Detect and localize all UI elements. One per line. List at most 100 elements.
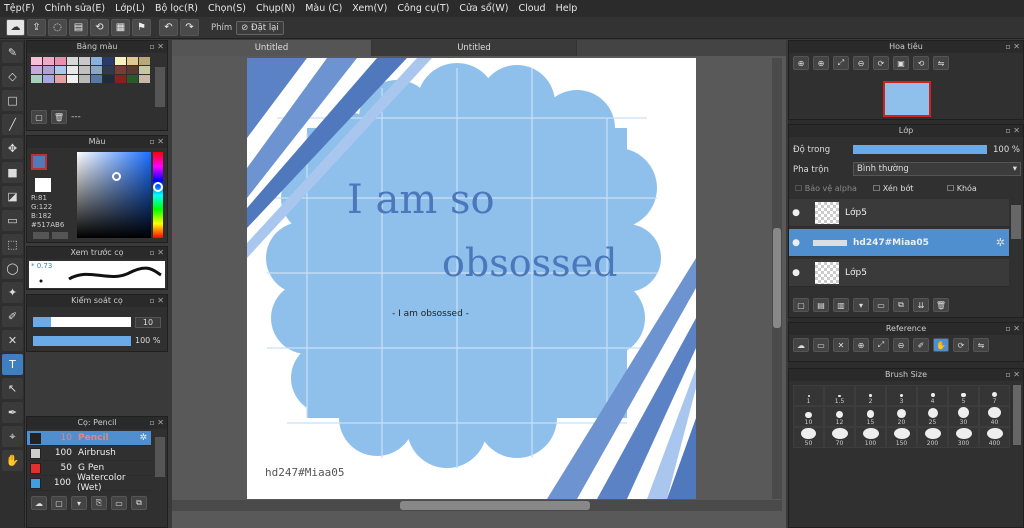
panel-close-icon[interactable]: ▫ ✕ — [1005, 125, 1020, 137]
delete-layer-icon[interactable]: 🗑 — [933, 298, 949, 312]
brush-size-cell[interactable]: 300 — [948, 427, 979, 448]
brush-list-scrollbar[interactable] — [155, 437, 165, 477]
palette-swatch[interactable] — [67, 66, 78, 74]
panel-close-icon[interactable]: ▫ ✕ — [149, 295, 164, 307]
palette-swatch[interactable] — [91, 75, 102, 83]
tab-untitled-2[interactable]: Untitled — [372, 40, 577, 56]
add-layer-menu-icon[interactable]: ▾ — [853, 298, 869, 312]
merge-layer-icon[interactable]: ⇊ — [913, 298, 929, 312]
palette-swatch[interactable] — [31, 75, 42, 83]
color-mode-button-2[interactable] — [52, 232, 68, 239]
clipping-checkbox[interactable]: ☐ Xén bớt — [873, 184, 913, 193]
palette-swatch[interactable] — [115, 75, 126, 83]
hand-tool-icon[interactable]: ✋ — [2, 450, 23, 471]
palette-scrollbar[interactable] — [155, 67, 165, 107]
brush-size-cell[interactable]: 25 — [917, 406, 948, 427]
brush-size-cell[interactable]: 2 — [855, 385, 886, 406]
brush-duplicate-icon[interactable]: ⧉ — [131, 496, 147, 510]
brush-size-cell[interactable]: 20 — [886, 406, 917, 427]
brush-size-cell[interactable]: 10 — [793, 406, 824, 427]
palette-swatch[interactable] — [43, 66, 54, 74]
ref-cloud-icon[interactable]: ☁ — [793, 338, 809, 352]
brush-size-cell[interactable]: 40 — [979, 406, 1010, 427]
layer-row[interactable]: ● Lớp5 — [789, 199, 1009, 227]
ref-close-icon[interactable]: ✕ — [833, 338, 849, 352]
palette-swatch[interactable] — [139, 57, 150, 65]
new-layer-1bit-icon[interactable]: ▥ — [833, 298, 849, 312]
brush-size-cell[interactable]: 70 — [824, 427, 855, 448]
panel-close-icon[interactable]: ▫ ✕ — [1005, 41, 1020, 53]
brush-size-cell[interactable]: 5 — [948, 385, 979, 406]
folder-icon[interactable]: ▭ — [873, 298, 889, 312]
flip-icon[interactable]: ⇋ — [933, 56, 949, 70]
layer-row[interactable]: ● Lớp5 — [789, 259, 1009, 287]
zoom-in-icon-2[interactable]: ⊕ — [813, 56, 829, 70]
panel-close-icon[interactable]: ▫ ✕ — [149, 136, 164, 148]
menu-item[interactable]: Chọn(S) — [208, 3, 246, 14]
delete-palette-icon[interactable]: 🗑 — [51, 110, 67, 124]
select-pen-tool-icon[interactable]: ✐ — [2, 306, 23, 327]
visibility-icon[interactable]: ● — [789, 208, 803, 218]
menu-item[interactable]: Cloud — [518, 3, 545, 14]
brush-add-icon[interactable]: ▾ — [71, 496, 87, 510]
new-palette-icon[interactable]: ▢ — [31, 110, 47, 124]
rectangle-tool-icon[interactable]: □ — [2, 90, 23, 111]
brush-size-cell[interactable]: 100 — [855, 427, 886, 448]
brush-tool-icon[interactable]: ✎ — [2, 42, 23, 63]
brush-size-cell[interactable]: 200 — [917, 427, 948, 448]
layer-opacity-slider[interactable] — [853, 145, 987, 154]
palette-swatch[interactable] — [79, 66, 90, 74]
panel-close-icon[interactable]: ▫ ✕ — [149, 417, 164, 429]
palette-swatch[interactable] — [127, 66, 138, 74]
document-canvas[interactable]: I am so obsossed - I am obsossed - hd247… — [247, 58, 696, 499]
menu-item[interactable]: Lớp(L) — [115, 3, 145, 14]
brush-size-cell[interactable]: 1.5 — [824, 385, 855, 406]
panel-close-icon[interactable]: ▫ ✕ — [149, 41, 164, 53]
duplicate-layer-icon[interactable]: ⧉ — [893, 298, 909, 312]
palette-swatch[interactable] — [103, 57, 114, 65]
palette-swatch[interactable] — [79, 75, 90, 83]
new-layer-8bit-icon[interactable]: ▤ — [813, 298, 829, 312]
layer-scrollbar[interactable] — [1011, 205, 1021, 239]
ref-zoom-in-icon[interactable]: ⊕ — [853, 338, 869, 352]
rotate-right-icon[interactable]: ⟲ — [913, 56, 929, 70]
panel-close-icon[interactable]: ▫ ✕ — [149, 247, 164, 259]
cloud-icon[interactable]: ☁ — [6, 19, 25, 36]
menu-item[interactable]: Chỉnh sửa(E) — [45, 3, 106, 14]
new-layer-icon[interactable]: ▢ — [793, 298, 809, 312]
select-rect-tool-icon[interactable]: ⬚ — [2, 234, 23, 255]
palette-swatch[interactable] — [79, 57, 90, 65]
reset-view-icon[interactable]: ▣ — [893, 56, 909, 70]
film-icon[interactable]: ▦ — [111, 19, 130, 36]
palette-swatch[interactable] — [55, 75, 66, 83]
brush-size-cell[interactable]: 3 — [886, 385, 917, 406]
undo-icon[interactable]: ↶ — [159, 19, 178, 36]
brush-size-cell[interactable]: 400 — [979, 427, 1010, 448]
palette-swatch[interactable] — [91, 57, 102, 65]
brush-size-value[interactable]: 10 — [135, 317, 161, 328]
palette-swatch[interactable] — [31, 57, 42, 65]
fit-icon[interactable]: ⤢ — [833, 56, 849, 70]
color-mode-button[interactable] — [33, 232, 49, 239]
menu-item[interactable]: Bộ lọc(R) — [155, 3, 198, 14]
fill-rect-tool-icon[interactable]: ■ — [2, 162, 23, 183]
menu-item[interactable]: Màu (C) — [305, 3, 342, 14]
brush-copy-icon[interactable]: ⎘ — [91, 496, 107, 510]
brush-size-cell[interactable]: 1 — [793, 385, 824, 406]
lasso-tool-icon[interactable]: ◯ — [2, 258, 23, 279]
palette-swatch[interactable] — [67, 57, 78, 65]
palette-swatch[interactable] — [55, 57, 66, 65]
palette-swatch[interactable] — [55, 66, 66, 74]
background-color-swatch[interactable] — [35, 178, 51, 192]
brush-new-icon[interactable]: ▢ — [51, 496, 67, 510]
eraser-tool-icon[interactable]: ◇ — [2, 66, 23, 87]
gear-icon[interactable]: ✲ — [996, 236, 1005, 249]
palette-swatch[interactable] — [31, 66, 42, 74]
brush-list-item[interactable]: 100 Airbrush — [27, 446, 151, 461]
palette-swatch[interactable] — [115, 66, 126, 74]
brush-list-item[interactable]: 100 Watercolor (Wet) — [27, 473, 151, 493]
menu-item[interactable]: Chụp(N) — [256, 3, 295, 14]
ref-rotate-icon[interactable]: ⟳ — [953, 338, 969, 352]
magic-wand-tool-icon[interactable]: ✦ — [2, 282, 23, 303]
palette-swatch[interactable] — [91, 66, 102, 74]
